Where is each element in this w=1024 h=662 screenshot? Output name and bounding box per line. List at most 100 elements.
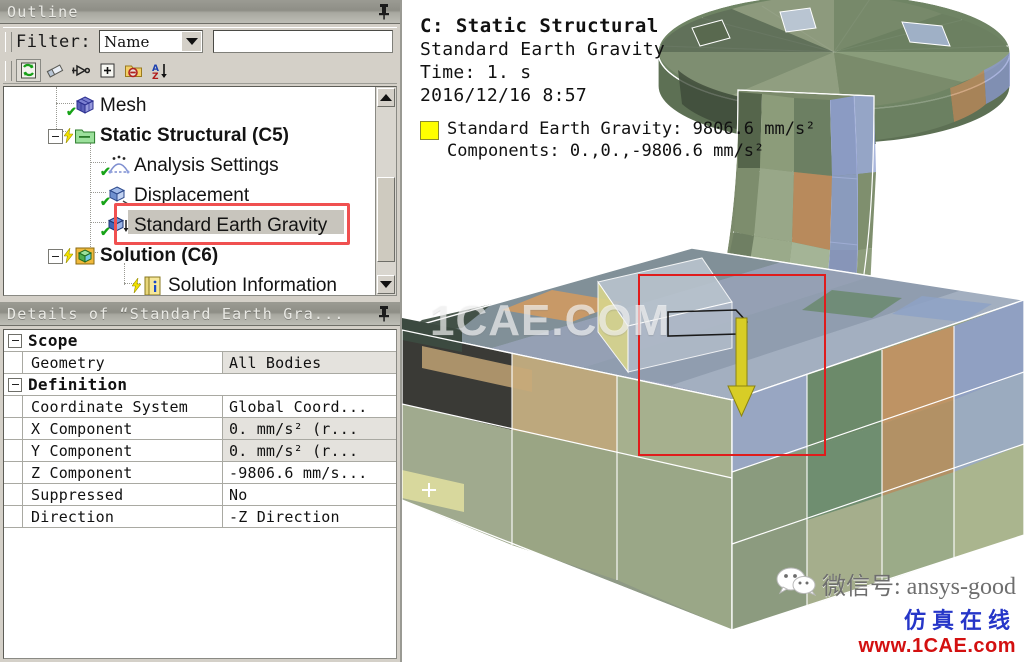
refresh-icon[interactable] xyxy=(16,59,41,82)
details-row-direction[interactable]: Direction -Z Direction xyxy=(4,506,396,528)
pin-icon[interactable] xyxy=(377,305,391,322)
details-group-scope[interactable]: Scope xyxy=(4,330,396,352)
lightning-icon xyxy=(64,248,73,263)
expander-minus-icon[interactable] xyxy=(48,249,63,264)
tree-item-standard-earth-gravity[interactable]: ✔ Standard Earth Gravity xyxy=(4,211,374,241)
details-value[interactable]: 0. mm/s² (r... xyxy=(223,440,396,461)
row-indent xyxy=(4,506,23,527)
filter-type-value: Name xyxy=(104,32,150,51)
watermark-url: www.1CAE.com xyxy=(858,635,1016,657)
chevron-down-icon[interactable] xyxy=(182,32,202,51)
tree-item-mesh[interactable]: ✔ Mesh xyxy=(4,91,374,121)
folder-restrict-icon[interactable] xyxy=(122,60,145,81)
viewport-title: C: Static Structural xyxy=(420,15,659,37)
details-value[interactable]: Global Coord... xyxy=(223,396,396,417)
tree-nodes: ✔ Mesh Static Structural (C5) ✔ Analysis… xyxy=(4,87,374,296)
details-value[interactable]: All Bodies xyxy=(223,352,396,373)
details-row-y-component[interactable]: Y Component 0. mm/s² (r... xyxy=(4,440,396,462)
details-value[interactable]: -9806.6 mm/s... xyxy=(223,462,396,483)
sort-az-icon[interactable]: AZ xyxy=(148,60,171,81)
pin-icon[interactable] xyxy=(377,3,391,20)
watermark-bottom: 微信号: ansys-good 仿真在线 www.1CAE.com xyxy=(776,566,1016,658)
details-row-x-component[interactable]: X Component 0. mm/s² (r... xyxy=(4,418,396,440)
watermark-brand-cn: 仿真在线 xyxy=(903,608,1016,633)
tree-item-label: Standard Earth Gravity xyxy=(134,215,328,236)
details-row-geometry[interactable]: Geometry All Bodies xyxy=(4,352,396,374)
legend-color-swatch xyxy=(420,121,439,140)
legend-line-2: Components: 0.,0.,-9806.6 mm/s² xyxy=(447,141,765,161)
watermark-wechat-row: 微信号: ansys-good xyxy=(776,566,1016,601)
lightning-icon xyxy=(64,128,73,143)
details-group-definition[interactable]: Definition xyxy=(4,374,396,396)
outline-toolbar-grip[interactable] xyxy=(5,60,12,81)
tree-item-displacement[interactable]: ✔ Displacement xyxy=(4,181,374,211)
outline-toolbar: AZ xyxy=(3,58,397,84)
analysis-settings-icon: ✔ xyxy=(100,155,130,178)
row-indent xyxy=(4,484,23,505)
watermark-wechat-text: 微信号: ansys-good xyxy=(822,574,1016,600)
details-value[interactable]: -Z Direction xyxy=(223,506,396,527)
graphics-viewport[interactable]: C: Static Structural Standard Earth Grav… xyxy=(400,0,1024,662)
row-indent xyxy=(4,418,23,439)
filter-type-dropdown[interactable]: Name xyxy=(99,30,204,53)
status-check-icon: ✔ xyxy=(100,164,111,179)
status-check-icon: ✔ xyxy=(100,224,111,239)
tree-item-label: Solution Information xyxy=(168,275,337,296)
toolbar-grip[interactable] xyxy=(5,31,12,52)
details-property-grid[interactable]: Scope Geometry All Bodies Definition Coo… xyxy=(3,329,397,659)
row-indent xyxy=(4,352,23,373)
lightning-icon xyxy=(132,278,141,293)
row-indent xyxy=(4,396,23,417)
details-row-suppressed[interactable]: Suppressed No xyxy=(4,484,396,506)
scrollbar-thumb[interactable] xyxy=(377,177,395,262)
outline-tree[interactable]: ✔ Mesh Static Structural (C5) ✔ Analysis… xyxy=(3,86,397,296)
filter-label: Filter: xyxy=(16,31,92,52)
row-indent xyxy=(4,462,23,483)
analysis-folder-icon xyxy=(64,125,96,147)
viewport-timestamp: 2016/12/16 8:57 xyxy=(420,85,588,106)
outline-title-text: Outline xyxy=(7,3,79,21)
probe-icon[interactable] xyxy=(70,60,93,81)
scroll-up-arrow-icon[interactable] xyxy=(377,88,395,107)
svg-text:Z: Z xyxy=(152,72,159,80)
details-row-z-component[interactable]: Z Component -9806.6 mm/s... xyxy=(4,462,396,484)
scroll-down-arrow-icon[interactable] xyxy=(377,275,395,294)
details-key: Suppressed xyxy=(23,484,223,505)
details-group-label: Scope xyxy=(28,331,78,350)
filter-search-input[interactable] xyxy=(213,30,393,53)
eraser-icon[interactable] xyxy=(44,60,67,81)
wechat-icon xyxy=(776,566,817,601)
expand-all-icon[interactable] xyxy=(96,60,119,81)
details-panel: Details of “Standard Earth Gra... Scope … xyxy=(0,302,400,662)
outline-scrollbar[interactable] xyxy=(375,87,396,295)
details-key: X Component xyxy=(23,418,223,439)
outline-panel: Outline Filter: Name A Z ✔ Mesh Static S… xyxy=(0,0,400,300)
tree-item-label: Static Structural (C5) xyxy=(100,125,289,146)
viewport-header: C: Static Structural Standard Earth Grav… xyxy=(420,14,665,107)
viewport-time: Time: 1. s xyxy=(420,62,532,83)
tree-item-static-structural[interactable]: Static Structural (C5) xyxy=(4,121,374,151)
expander-minus-icon[interactable] xyxy=(8,333,22,348)
ansys-mechanical-window: Outline Filter: Name A Z ✔ Mesh Static S… xyxy=(0,0,1024,662)
details-key: Y Component xyxy=(23,440,223,461)
details-value[interactable]: 0. mm/s² (r... xyxy=(223,418,396,439)
expander-minus-icon[interactable] xyxy=(8,377,22,392)
tree-item-analysis-settings[interactable]: ✔ Analysis Settings xyxy=(4,151,374,181)
viewport-subtitle: Standard Earth Gravity xyxy=(420,39,666,60)
details-key: Z Component xyxy=(23,462,223,483)
viewport-legend: Standard Earth Gravity: 9806.6 mm/s² Com… xyxy=(420,118,815,162)
expander-minus-icon[interactable] xyxy=(48,129,63,144)
tree-item-solution[interactable]: Solution (C6) xyxy=(4,241,374,271)
gravity-icon: ✔ xyxy=(100,215,130,238)
legend-text-block: Standard Earth Gravity: 9806.6 mm/s² Com… xyxy=(447,118,815,162)
outline-panel-title: Outline xyxy=(0,0,400,24)
details-row-coordinate-system[interactable]: Coordinate System Global Coord... xyxy=(4,396,396,418)
tree-item-label: Solution (C6) xyxy=(100,245,219,266)
mesh-icon: ✔ xyxy=(66,95,96,118)
status-check-icon: ✔ xyxy=(100,194,111,209)
details-value[interactable]: No xyxy=(223,484,396,505)
legend-line-1: Standard Earth Gravity: 9806.6 mm/s² xyxy=(447,119,816,139)
filter-row: Filter: Name xyxy=(3,27,397,55)
tree-item-solution-information[interactable]: Solution Information xyxy=(4,271,374,296)
details-key: Coordinate System xyxy=(23,396,223,417)
